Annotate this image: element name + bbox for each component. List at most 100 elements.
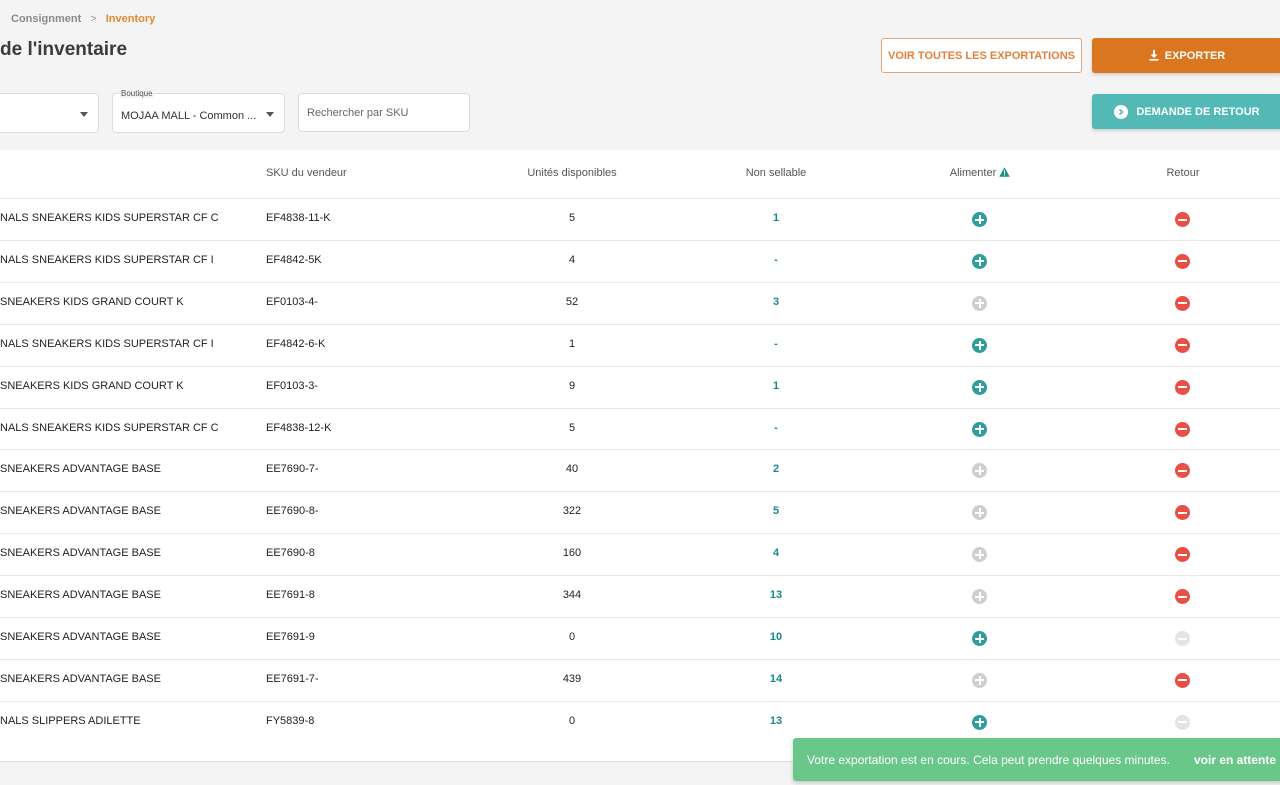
column-header-sku[interactable]: SKU du vendeur — [266, 167, 347, 180]
column-header-non-sellable[interactable]: Non sellable — [676, 167, 876, 180]
non-sellable-count[interactable]: 4 — [676, 547, 876, 560]
plus-circle-icon[interactable] — [972, 337, 987, 353]
caret-down-icon — [80, 112, 88, 117]
toast-message: Votre exportation est en cours. Cela peu… — [807, 753, 1170, 767]
non-sellable-count[interactable]: 5 — [676, 505, 876, 518]
product-name: NALS SLIPPERS ADILETTE — [0, 714, 141, 727]
available-units: 4 — [568, 253, 576, 266]
plus-circle-icon[interactable] — [972, 421, 987, 437]
product-name: SNEAKERS ADVANTAGE BASE — [0, 463, 161, 476]
available-units: 160 — [562, 547, 582, 560]
plus-circle-icon[interactable] — [972, 253, 987, 269]
minus-circle-icon[interactable] — [1175, 505, 1190, 521]
sku-search-input[interactable] — [298, 93, 470, 132]
minus-circle-icon[interactable] — [1175, 463, 1190, 479]
available-units: 5 — [568, 421, 576, 434]
column-header-retour: Retour — [1166, 167, 1200, 179]
plus-circle-icon — [972, 505, 987, 521]
table-row: SNEAKERS ADVANTAGE BASE EE7690-7- 40 2 — [0, 449, 1280, 491]
plus-circle-icon[interactable] — [972, 212, 987, 227]
non-sellable-count[interactable]: 13 — [676, 589, 876, 602]
product-name: NALS SNEAKERS KIDS SUPERSTAR CF C — [0, 421, 219, 434]
seller-sku: EF4838-12-K — [266, 421, 332, 434]
chevron-right-circle-icon — [1114, 104, 1129, 119]
plus-circle-icon[interactable] — [972, 379, 987, 395]
breadcrumb-parent[interactable]: Consignment — [11, 13, 81, 25]
table-row: NALS SLIPPERS ADILETTE FY5839-8 0 13 — [0, 700, 1280, 743]
non-sellable-count[interactable]: 14 — [676, 673, 876, 686]
available-units: 0 — [568, 631, 576, 643]
table-row: SNEAKERS ADVANTAGE BASE EE7691-8 344 13 — [0, 575, 1280, 617]
breadcrumb-separator: > — [90, 13, 97, 25]
table-row: SNEAKERS KIDS GRAND COURT K EF0103-4- 52 3 — [0, 281, 1280, 324]
non-sellable-count[interactable]: - — [676, 338, 876, 351]
return-request-label: DEMANDE DE RETOUR — [1136, 105, 1260, 118]
filter-select[interactable] — [0, 93, 99, 133]
minus-circle-icon[interactable] — [1175, 337, 1190, 353]
minus-circle-icon[interactable] — [1175, 547, 1190, 563]
minus-circle-icon[interactable] — [1175, 295, 1190, 311]
view-all-exports-button[interactable]: VOIR TOUTES LES EXPORTATIONS — [881, 38, 1082, 73]
seller-sku: EF4838-11-K — [266, 212, 331, 224]
minus-circle-icon[interactable] — [1175, 379, 1190, 395]
plus-circle-icon — [972, 589, 987, 605]
minus-circle-icon — [1175, 714, 1190, 730]
seller-sku: FY5839-8 — [266, 714, 315, 727]
available-units: 9 — [568, 379, 576, 392]
non-sellable-count[interactable]: 3 — [676, 296, 876, 309]
non-sellable-count[interactable]: - — [676, 254, 876, 267]
plus-circle-icon — [972, 295, 987, 311]
toast-view-pending-link[interactable]: voir en attente — [1194, 753, 1276, 767]
minus-circle-icon[interactable] — [1175, 589, 1190, 605]
minus-circle-icon[interactable] — [1175, 672, 1190, 688]
product-name: SNEAKERS KIDS GRAND COURT K — [0, 379, 184, 392]
product-name: SNEAKERS ADVANTAGE BASE — [0, 547, 161, 560]
product-name: NALS SNEAKERS KIDS SUPERSTAR CF I — [0, 337, 214, 350]
breadcrumb-current: Inventory — [105, 13, 156, 25]
plus-circle-icon[interactable] — [972, 714, 987, 730]
available-units: 5 — [568, 212, 576, 224]
table-row: SNEAKERS ADVANTAGE BASE EE7690-8 160 4 — [0, 533, 1280, 575]
seller-sku: EE7690-7- — [266, 463, 319, 476]
minus-circle-icon[interactable] — [1175, 253, 1190, 269]
table-row: SNEAKERS ADVANTAGE BASE EE7691-9 0 10 — [0, 617, 1280, 659]
available-units: 439 — [562, 672, 582, 685]
product-name: NALS SNEAKERS KIDS SUPERSTAR CF I — [0, 253, 214, 266]
return-request-button[interactable]: DEMANDE DE RETOUR — [1092, 94, 1280, 129]
download-icon — [1149, 50, 1159, 61]
table-row: NALS SNEAKERS KIDS SUPERSTAR CF I EF4842-… — [0, 239, 1280, 282]
export-button[interactable]: EXPORTER — [1092, 38, 1280, 73]
plus-circle-icon — [972, 463, 987, 479]
boutique-select[interactable]: Boutique MOJAA MALL - Common ... — [112, 89, 285, 133]
seller-sku: EE7690-8 — [266, 547, 315, 560]
product-name: SNEAKERS ADVANTAGE BASE — [0, 631, 161, 643]
product-name: SNEAKERS ADVANTAGE BASE — [0, 589, 161, 602]
available-units: 1 — [568, 337, 576, 350]
seller-sku: EF4842-5K — [266, 253, 322, 266]
seller-sku: EE7691-9 — [266, 631, 315, 643]
table-row: SNEAKERS ADVANTAGE BASE EE7691-7- 439 14 — [0, 658, 1280, 701]
non-sellable-count[interactable]: 13 — [676, 715, 876, 728]
seller-sku: EF4842-6-K — [266, 337, 326, 350]
plus-circle-icon[interactable] — [972, 631, 987, 646]
available-units: 40 — [565, 463, 579, 476]
non-sellable-count[interactable]: 2 — [676, 463, 876, 476]
non-sellable-count[interactable]: 1 — [676, 212, 876, 225]
non-sellable-count[interactable]: 10 — [676, 631, 876, 644]
table-header: SKU du vendeur Unités disponibles Non se… — [0, 150, 1280, 198]
minus-circle-icon — [1175, 631, 1190, 646]
non-sellable-count[interactable]: 1 — [676, 380, 876, 393]
export-toast: Votre exportation est en cours. Cela peu… — [793, 738, 1280, 781]
caret-down-icon — [266, 112, 274, 117]
page-title: de l'inventaire — [0, 39, 128, 60]
product-name: SNEAKERS ADVANTAGE BASE — [0, 672, 161, 685]
available-units: 0 — [568, 714, 576, 727]
minus-circle-icon[interactable] — [1175, 212, 1190, 227]
seller-sku: EF0103-3- — [266, 379, 318, 392]
seller-sku: EE7691-8 — [266, 589, 315, 602]
boutique-value: MOJAA MALL - Common ... — [121, 110, 257, 122]
non-sellable-count[interactable]: - — [676, 422, 876, 435]
minus-circle-icon[interactable] — [1175, 421, 1190, 437]
warning-triangle-icon[interactable] — [999, 167, 1010, 177]
column-header-units[interactable]: Unités disponibles — [472, 167, 672, 180]
